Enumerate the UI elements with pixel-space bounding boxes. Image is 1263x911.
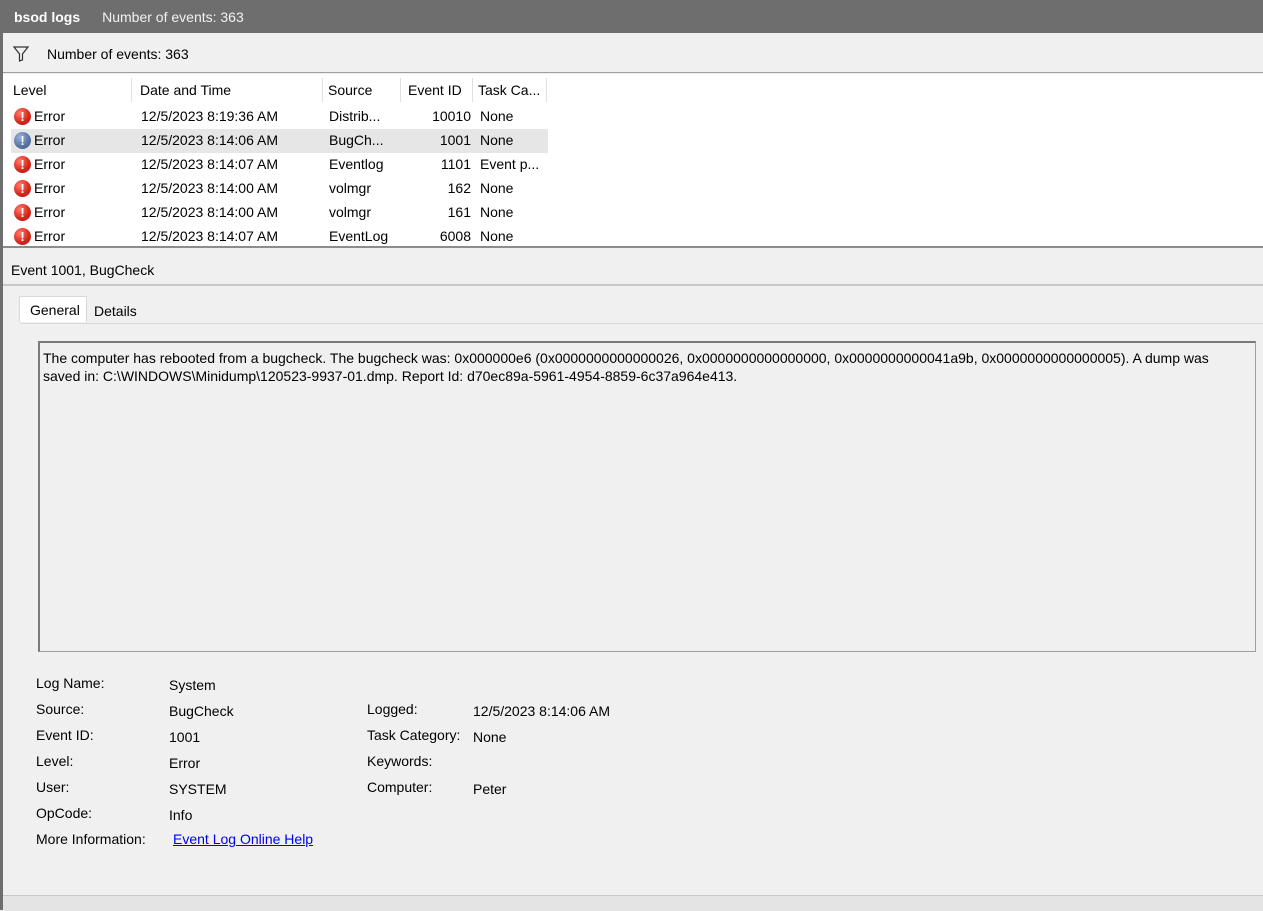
cell-date: 12/5/2023 8:14:07 AM xyxy=(141,228,278,244)
column-header-event-id[interactable]: Event ID xyxy=(408,82,462,102)
cell-date: 12/5/2023 8:14:00 AM xyxy=(141,204,278,220)
cell-date: 12/5/2023 8:19:36 AM xyxy=(141,108,278,124)
keywords-label: Keywords: xyxy=(367,753,433,769)
cell-event-id: 1001 xyxy=(439,132,471,148)
cell-level: Error xyxy=(34,108,66,124)
source-value: BugCheck xyxy=(169,703,234,719)
column-header-level[interactable]: Level xyxy=(13,82,46,102)
task-category-label: Task Category: xyxy=(367,727,461,743)
table-row[interactable]: ! Error 12/5/2023 8:14:00 AM volmgr 162 … xyxy=(11,177,548,201)
status-strip xyxy=(3,895,1263,911)
title-event-count: Number of events: 363 xyxy=(102,8,244,25)
cell-task-category: None xyxy=(480,132,514,148)
table-row[interactable]: ! Error 12/5/2023 8:14:00 AM volmgr 161 … xyxy=(11,201,548,225)
column-separator[interactable] xyxy=(322,78,323,102)
cell-event-id: 1101 xyxy=(440,156,471,172)
cell-task-category: None xyxy=(480,108,514,124)
table-row[interactable]: ! Error 12/5/2023 8:19:36 AM Distrib... … xyxy=(11,105,548,129)
cell-source: Distrib... xyxy=(329,108,381,124)
filter-bar: Number of events: 363 xyxy=(3,36,1263,73)
more-information-label: More Information: xyxy=(36,831,146,847)
cell-task-category: None xyxy=(480,228,514,244)
cell-level: Error xyxy=(34,156,66,172)
column-separator[interactable] xyxy=(546,78,547,102)
log-name-label: Log Name: xyxy=(36,675,105,691)
cell-task-category: None xyxy=(480,204,514,220)
cell-event-id: 162 xyxy=(447,180,471,196)
cell-event-id: 10010 xyxy=(432,108,471,124)
error-icon: ! xyxy=(14,156,31,173)
table-row[interactable]: ! Error 12/5/2023 8:14:07 AM EventLog 60… xyxy=(11,225,548,249)
cell-task-category: Event p... xyxy=(480,156,540,172)
cell-level: Error xyxy=(34,132,66,148)
cell-source: volmgr xyxy=(329,204,372,220)
column-separator[interactable] xyxy=(472,78,473,102)
task-category-value: None xyxy=(473,729,507,745)
cell-date: 12/5/2023 8:14:00 AM xyxy=(141,180,278,196)
cell-event-id: 6008 xyxy=(439,228,471,244)
cell-level: Error xyxy=(34,228,66,244)
user-label: User: xyxy=(36,779,70,795)
logged-label: Logged: xyxy=(367,701,418,717)
cell-source: BugCh... xyxy=(329,132,384,148)
source-label: Source: xyxy=(36,701,85,717)
table-row[interactable]: ! Error 12/5/2023 8:14:07 AM Eventlog 11… xyxy=(11,153,548,177)
tab-general[interactable]: General xyxy=(19,296,87,322)
column-header-date[interactable]: Date and Time xyxy=(140,82,231,102)
event-id-value: 1001 xyxy=(169,729,201,745)
title-bar: bsod logs Number of events: 363 xyxy=(3,0,1263,33)
level-label: Level: xyxy=(36,753,74,769)
table-row-selected[interactable]: ! Error 12/5/2023 8:14:06 AM BugCh... 10… xyxy=(11,129,548,153)
error-icon: ! xyxy=(14,228,31,245)
computer-value: Peter xyxy=(473,781,507,797)
cell-source: volmgr xyxy=(329,180,372,196)
event-detail-header: Event 1001, BugCheck xyxy=(3,256,1263,286)
level-value: Error xyxy=(169,755,201,771)
event-list: Level Date and Time Source Event ID Task… xyxy=(3,74,1263,248)
event-message-box[interactable]: The computer has rebooted from a bugchec… xyxy=(38,341,1256,652)
column-header-task-category[interactable]: Task Ca... xyxy=(478,82,540,102)
event-detail-title: Event 1001, BugCheck xyxy=(11,262,155,278)
cell-task-category: None xyxy=(480,180,514,196)
event-viewer-window: bsod logs Number of events: 363 Number o… xyxy=(0,0,1263,911)
cell-date: 12/5/2023 8:14:06 AM xyxy=(141,132,278,148)
log-name-title: bsod logs xyxy=(14,8,81,25)
event-log-online-help-link[interactable]: Event Log Online Help xyxy=(173,831,313,847)
cell-source: Eventlog xyxy=(329,156,384,172)
opcode-label: OpCode: xyxy=(36,805,93,821)
computer-label: Computer: xyxy=(367,779,433,795)
tab-details[interactable]: Details xyxy=(89,298,152,324)
cell-source: EventLog xyxy=(329,228,389,244)
opcode-value: Info xyxy=(169,807,193,823)
error-icon: ! xyxy=(14,132,31,149)
column-separator[interactable] xyxy=(131,78,132,102)
filter-icon[interactable] xyxy=(13,46,29,62)
filter-event-count: Number of events: 363 xyxy=(47,46,189,62)
column-separator[interactable] xyxy=(400,78,401,102)
cell-level: Error xyxy=(34,204,66,220)
error-icon: ! xyxy=(14,204,31,221)
error-icon: ! xyxy=(14,180,31,197)
logged-value: 12/5/2023 8:14:06 AM xyxy=(473,703,610,719)
cell-event-id: 161 xyxy=(447,204,471,220)
cell-date: 12/5/2023 8:14:07 AM xyxy=(141,156,278,172)
log-name-value: System xyxy=(169,677,216,693)
event-id-label: Event ID: xyxy=(36,727,94,743)
user-value: SYSTEM xyxy=(169,781,227,797)
error-icon: ! xyxy=(14,108,31,125)
cell-level: Error xyxy=(34,180,66,196)
column-header-source[interactable]: Source xyxy=(328,82,372,102)
